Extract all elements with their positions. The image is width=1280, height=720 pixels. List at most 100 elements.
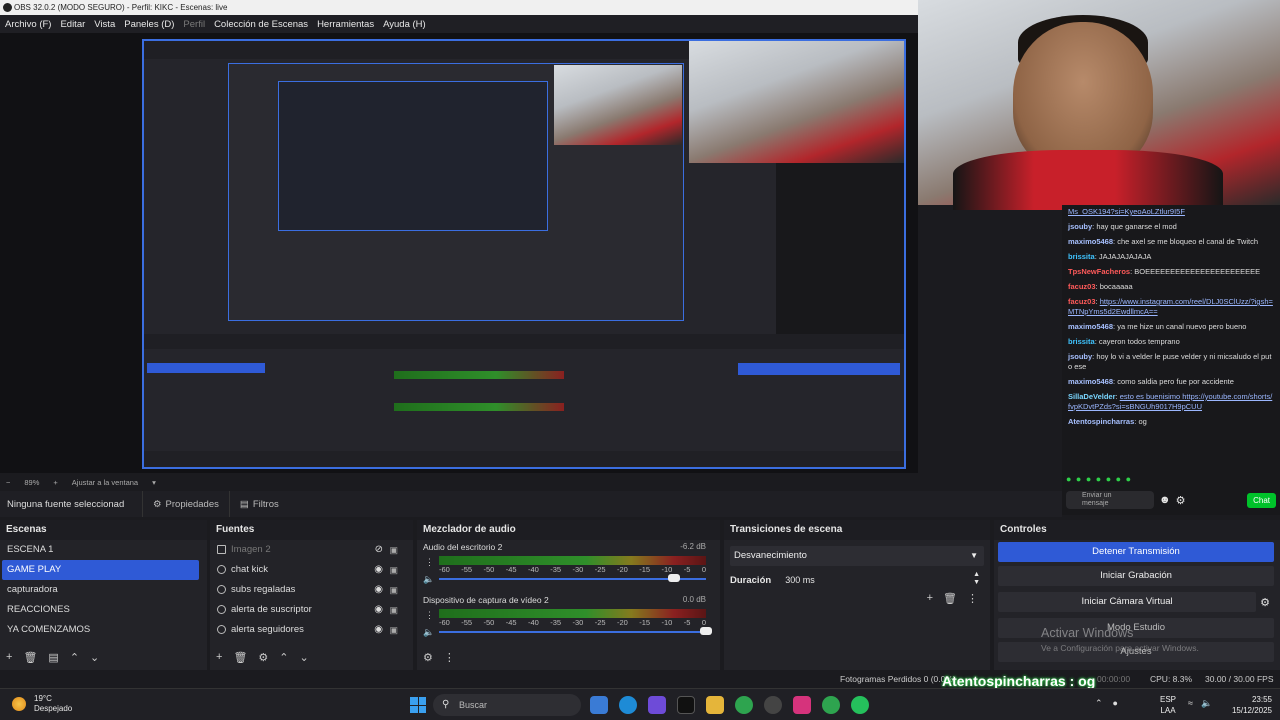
- chat-username[interactable]: Atentospincharras: [1068, 417, 1134, 426]
- move-up-icon[interactable]: ⌃: [279, 651, 288, 664]
- chat-username[interactable]: TpsNewFacheros: [1068, 267, 1130, 276]
- wifi-icon[interactable]: ≈: [1188, 698, 1193, 709]
- volume-icon[interactable]: 🔈: [1201, 698, 1212, 709]
- eye-icon[interactable]: ◉: [374, 560, 383, 580]
- windows-start-icon[interactable]: [410, 697, 426, 713]
- lock-icon[interactable]: ▣: [389, 600, 398, 620]
- chat-username[interactable]: maximo5468: [1068, 322, 1113, 331]
- source-item[interactable]: chat kick ◉ ▣: [210, 560, 413, 580]
- properties-button[interactable]: ⚙ Propiedades: [142, 491, 229, 517]
- start-recording-button[interactable]: Iniciar Grabación: [998, 566, 1274, 586]
- gear-icon[interactable]: ⚙: [1260, 596, 1270, 609]
- add-icon[interactable]: +: [216, 651, 222, 664]
- menu-scene-collection[interactable]: Colección de Escenas: [214, 19, 308, 30]
- chat-username[interactable]: facuz03: [1068, 297, 1096, 306]
- speaker-icon[interactable]: 🔈: [423, 574, 434, 585]
- chat-username[interactable]: brissita: [1068, 252, 1095, 261]
- menu-help[interactable]: Ayuda (H): [383, 19, 426, 30]
- menu-docks[interactable]: Paneles (D): [124, 19, 174, 30]
- scene-item[interactable]: ESCENA 1: [0, 540, 207, 560]
- add-icon[interactable]: +: [6, 651, 12, 664]
- settings-icon[interactable]: ⚙: [1176, 494, 1186, 507]
- obs-icon[interactable]: [764, 696, 782, 714]
- zoom-in-icon[interactable]: +: [53, 478, 57, 487]
- volume-slider-knob[interactable]: [700, 627, 712, 635]
- eye-icon[interactable]: ◉: [374, 580, 383, 600]
- copilot-icon[interactable]: [648, 696, 666, 714]
- lock-icon[interactable]: ▣: [389, 560, 398, 580]
- more-options-icon[interactable]: ⋮: [967, 592, 978, 605]
- menu-tools[interactable]: Herramientas: [317, 19, 374, 30]
- trash-icon[interactable]: 🗑: [23, 651, 37, 664]
- emoji-icon[interactable]: ☻: [1159, 494, 1171, 506]
- menu-profile[interactable]: Perfil: [183, 19, 205, 30]
- start-virtual-camera-button[interactable]: Iniciar Cámara Virtual: [998, 592, 1257, 612]
- chat-username[interactable]: jsouby: [1068, 352, 1092, 361]
- lock-icon[interactable]: ▣: [389, 580, 398, 600]
- filters-button[interactable]: ▤ Filtros: [228, 491, 289, 517]
- source-item[interactable]: alerta de suscriptor ◉ ▣: [210, 600, 413, 620]
- eye-icon[interactable]: ◉: [374, 600, 383, 620]
- scene-item[interactable]: REACCIONES: [0, 600, 207, 620]
- chrome-icon[interactable]: [822, 696, 840, 714]
- chevron-down-icon[interactable]: ▾: [152, 478, 156, 487]
- chat-link[interactable]: https://www.instagram.com/reel/DLJ0SClUz…: [1068, 297, 1273, 316]
- move-up-icon[interactable]: ⌃: [70, 651, 79, 664]
- instagram-icon[interactable]: [793, 696, 811, 714]
- eye-icon[interactable]: ◉: [374, 620, 383, 640]
- whatsapp-icon[interactable]: [851, 696, 869, 714]
- filter-icon[interactable]: ▤: [48, 651, 58, 664]
- chevron-up-icon[interactable]: ⌃: [1095, 698, 1103, 709]
- fit-to-window[interactable]: Ajustar a la ventana: [72, 478, 138, 487]
- trash-icon[interactable]: 🗑: [943, 592, 957, 605]
- network-icon[interactable]: ●: [1113, 698, 1118, 709]
- source-item[interactable]: alerta seguidores ◉ ▣: [210, 620, 413, 640]
- chat-username[interactable]: jsouby: [1068, 222, 1092, 231]
- source-item[interactable]: subs regaladas ◉ ▣: [210, 580, 413, 600]
- add-icon[interactable]: +: [927, 592, 933, 605]
- mixer-settings-icon[interactable]: ⚙: [423, 651, 433, 664]
- volume-slider[interactable]: [439, 574, 706, 582]
- transition-select[interactable]: Desvanecimiento ▼: [730, 546, 984, 566]
- chrome-icon[interactable]: [735, 696, 753, 714]
- chat-username[interactable]: facuz03: [1068, 282, 1096, 291]
- more-options-icon[interactable]: ⋮: [425, 610, 434, 621]
- tiktok-icon[interactable]: [677, 696, 695, 714]
- task-view-icon[interactable]: [590, 696, 608, 714]
- chat-link[interactable]: Ms_OSK194?si=KyeoAoLZtlur9I5F: [1068, 207, 1185, 216]
- zoom-out-icon[interactable]: −: [6, 478, 10, 487]
- scene-item-selected[interactable]: GAME PLAY: [2, 560, 199, 580]
- more-options-icon[interactable]: ⋮: [444, 651, 455, 664]
- lock-icon[interactable]: ▣: [389, 620, 398, 640]
- lock-icon[interactable]: ▣: [389, 540, 398, 560]
- speaker-icon[interactable]: 🔈: [423, 627, 434, 638]
- chat-send-button[interactable]: Chat: [1247, 492, 1276, 508]
- move-down-icon[interactable]: ⌄: [300, 651, 309, 664]
- stop-stream-button[interactable]: Detener Transmisión: [998, 542, 1274, 562]
- chat-message-input[interactable]: Enviar un mensaje: [1066, 491, 1154, 509]
- source-item[interactable]: Imagen 2 ⊘ ▣: [210, 540, 413, 560]
- scene-item[interactable]: YA COMENZAMOS: [0, 620, 207, 640]
- trash-icon[interactable]: 🗑: [233, 651, 247, 664]
- file-explorer-icon[interactable]: [706, 696, 724, 714]
- scene-item[interactable]: capturadora: [0, 580, 207, 600]
- eye-hidden-icon[interactable]: ⊘: [375, 540, 383, 560]
- menu-file[interactable]: Archivo (F): [5, 19, 51, 30]
- menu-edit[interactable]: Editar: [60, 19, 85, 30]
- move-down-icon[interactable]: ⌄: [90, 651, 99, 664]
- duration-input[interactable]: 300 ms ▲ ▼: [781, 570, 984, 590]
- language-indicator[interactable]: ESP LAA: [1160, 694, 1176, 716]
- studio-mode-button[interactable]: Modo Estudio: [998, 618, 1274, 638]
- taskbar-search[interactable]: ⚲ Buscar: [433, 694, 581, 716]
- taskbar-clock[interactable]: 23:55 15/12/2025: [1232, 694, 1272, 716]
- chat-username[interactable]: maximo5468: [1068, 237, 1113, 246]
- spin-arrows-icon[interactable]: ▲ ▼: [973, 571, 980, 587]
- chat-emote-row[interactable]: ● ● ● ● ● ● ●: [1066, 474, 1132, 484]
- edge-icon[interactable]: [619, 696, 637, 714]
- volume-slider-knob[interactable]: [667, 574, 680, 582]
- weather-widget[interactable]: 19°C Despejado: [12, 694, 72, 714]
- menu-view[interactable]: Vista: [94, 19, 115, 30]
- more-options-icon[interactable]: ⋮: [425, 557, 434, 568]
- chat-username[interactable]: maximo5468: [1068, 377, 1113, 386]
- chat-username[interactable]: brissita: [1068, 337, 1095, 346]
